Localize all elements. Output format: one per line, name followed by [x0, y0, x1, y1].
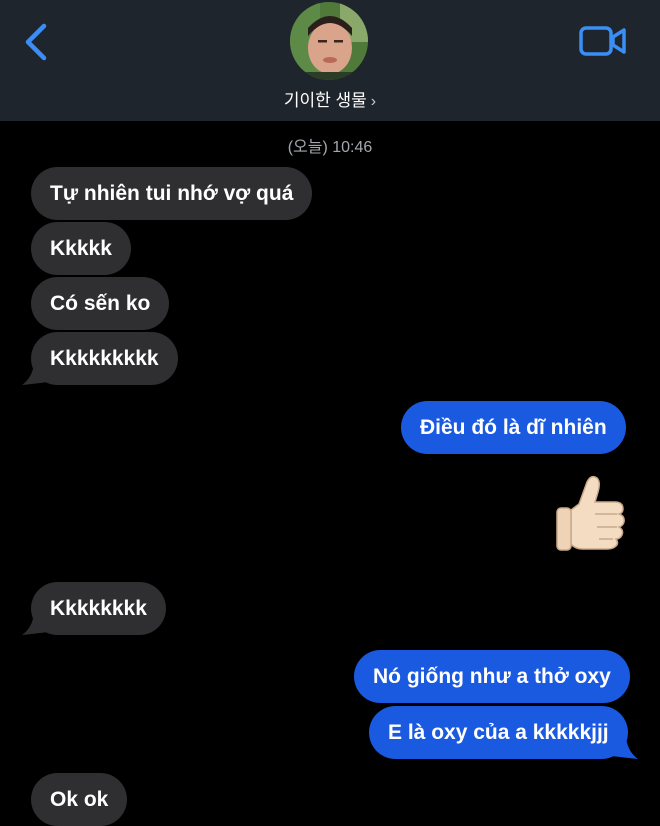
- message-text: E là oxy của a kkkkkjjj: [388, 721, 609, 744]
- message-bubble-sent[interactable]: Nó giống như a thở oxy: [354, 650, 630, 703]
- back-chevron-icon[interactable]: [20, 22, 56, 62]
- video-call-icon[interactable]: [578, 24, 628, 58]
- message-text: Nó giống như a thở oxy: [373, 665, 611, 688]
- message-bubble-sent[interactable]: Điều đó là dĩ nhiên: [401, 401, 626, 454]
- contact-name: 기이한 생물: [283, 91, 367, 110]
- message-text: Tự nhiên tui nhớ vợ quá: [50, 182, 294, 205]
- message-bubble-received[interactable]: Có sến ko: [31, 277, 170, 330]
- message-bubble-received[interactable]: Ok ok: [31, 773, 128, 826]
- chevron-right-icon: ›: [370, 93, 377, 110]
- bubble-tail: [22, 364, 48, 385]
- contact-name-button[interactable]: 기이한 생물 ›: [0, 86, 660, 111]
- message-text: Kkkkkkkkk: [50, 347, 159, 370]
- message-timestamp: (오늘) 10:46: [287, 139, 373, 156]
- avatar-photo: [290, 2, 368, 80]
- message-bubble-received[interactable]: Tự nhiên tui nhớ vợ quá: [31, 167, 313, 220]
- bubble-tail: [22, 614, 48, 635]
- message-text: Điều đó là dĩ nhiên: [420, 416, 607, 439]
- message-text: Ok ok: [50, 788, 109, 811]
- bubble-tail: [612, 738, 638, 759]
- contact-avatar[interactable]: [290, 2, 368, 80]
- message-bubble-received[interactable]: Kkkkkkkkk: [31, 332, 178, 385]
- message-bubble-received[interactable]: Kkkkk: [31, 222, 131, 275]
- message-text: Kkkkk: [50, 237, 112, 260]
- chat-header: 기이한 생물 ›: [0, 0, 660, 121]
- thumbs-up-icon[interactable]: [553, 472, 629, 552]
- message-bubble-received[interactable]: Kkkkkkkk: [31, 582, 166, 635]
- message-text: Kkkkkkkk: [50, 597, 147, 620]
- message-text: Có sến ko: [50, 292, 151, 315]
- message-bubble-sent[interactable]: E là oxy của a kkkkkjjj: [369, 706, 628, 759]
